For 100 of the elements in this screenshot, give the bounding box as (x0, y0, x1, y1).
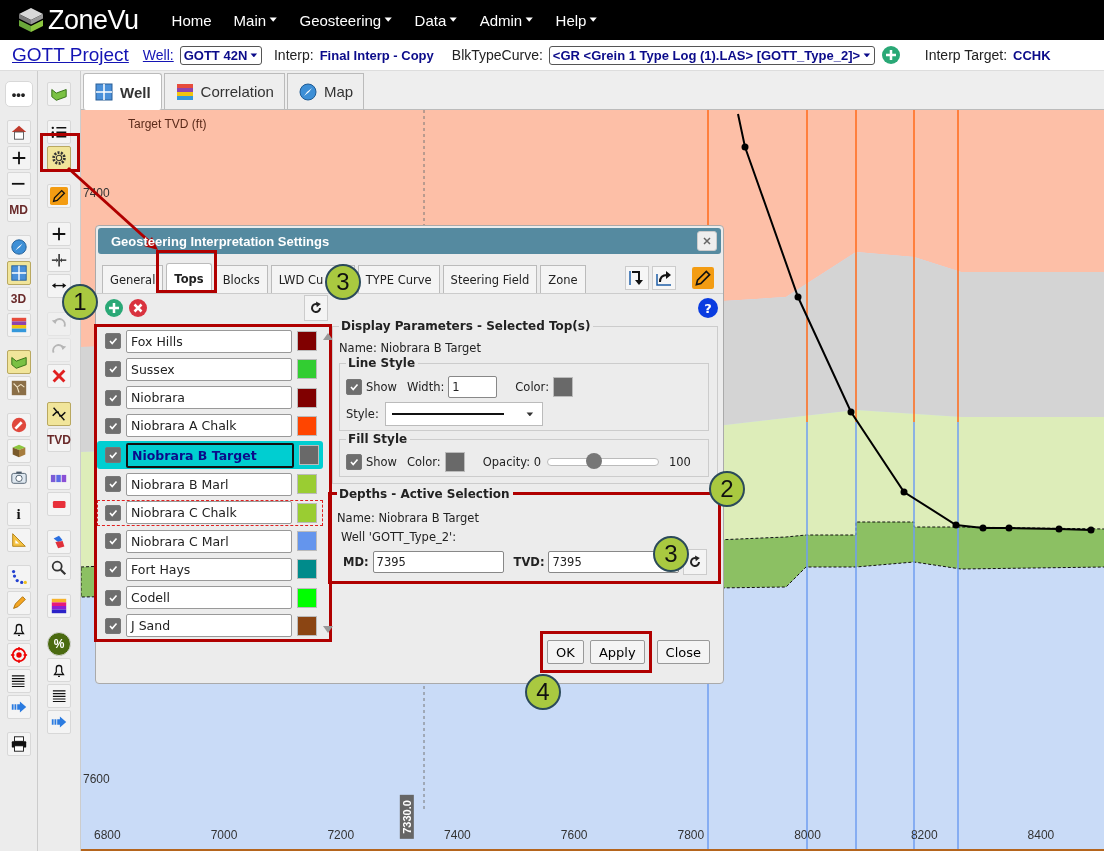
checkbox[interactable] (105, 617, 121, 634)
layers-tool-button[interactable] (6, 350, 31, 374)
top-name-field[interactable]: Niobrara C Chalk (126, 501, 292, 525)
top-row[interactable]: Niobrara A Chalk (97, 412, 323, 439)
list-tool-button[interactable] (47, 120, 71, 144)
color-swatch[interactable] (297, 387, 317, 408)
top-name-field[interactable]: Sussex (126, 357, 292, 381)
compass-tool-button[interactable] (6, 235, 31, 259)
bars-tool-button[interactable] (47, 466, 71, 490)
close-button[interactable] (697, 231, 717, 251)
tvd-tool-button[interactable]: TVD (47, 428, 71, 452)
scroll-down-icon[interactable] (323, 626, 333, 633)
bell-tool-button[interactable] (6, 617, 31, 641)
menu-item[interactable]: Main (222, 11, 289, 29)
top-name-field[interactable]: Niobrara (126, 386, 292, 410)
plus-tool-button[interactable] (6, 146, 31, 170)
top-row[interactable]: Niobrara B Target (97, 441, 323, 470)
color-swatch[interactable] (444, 452, 465, 472)
top-name-field[interactable]: Fort Hays (126, 557, 292, 581)
curve-select[interactable]: <GR <Grein 1 Type Log (1).LAS> [GOTT_Type_2]> (548, 45, 875, 65)
checkbox[interactable] (105, 417, 121, 434)
checkbox[interactable] (105, 533, 121, 550)
lines-tool-button[interactable] (6, 669, 31, 693)
grid-tool-button[interactable] (6, 261, 31, 285)
color-swatch[interactable] (297, 474, 317, 495)
checkbox[interactable] (105, 447, 121, 464)
dialog-button[interactable]: OK (547, 640, 584, 664)
ruler-tool-button[interactable] (6, 528, 31, 552)
wrench-tool-button[interactable] (6, 413, 31, 437)
layers-tool-button[interactable] (47, 82, 71, 106)
percent-tool-button[interactable]: % (47, 632, 71, 656)
color-swatch[interactable] (553, 377, 574, 397)
target-tool-button[interactable] (6, 643, 31, 667)
md-tool-button[interactable]: MD (6, 198, 31, 222)
md-field[interactable]: 7395 (372, 551, 504, 573)
minus-tool-button[interactable] (6, 172, 31, 196)
top-row[interactable]: Niobrara B Marl (97, 471, 323, 498)
striped-section-tool-button[interactable] (6, 313, 31, 337)
unlink-tool-button[interactable] (47, 402, 71, 426)
top-name-field[interactable]: J Sand (126, 614, 292, 638)
lines-tool-button[interactable] (47, 684, 71, 708)
dialog-tab[interactable]: Tops (166, 263, 212, 293)
shapes-tool-button[interactable] (47, 530, 71, 554)
soil-cube-tool-button[interactable] (6, 439, 31, 463)
menu-item[interactable]: Home (160, 11, 223, 29)
dialog-tab[interactable]: Blocks (214, 265, 268, 293)
top-name-field[interactable]: Niobrara B Target (126, 442, 294, 468)
color-swatch[interactable] (297, 415, 317, 436)
color-swatch[interactable] (297, 502, 317, 523)
cube-tool-button[interactable]: 3D (6, 287, 31, 311)
color-swatch[interactable] (297, 331, 317, 351)
dots-tool-button[interactable] (6, 565, 31, 589)
camera-tool-button[interactable] (6, 465, 31, 489)
view-tab[interactable]: Well (83, 73, 162, 110)
rectangle-tool-button[interactable] (47, 492, 71, 516)
top-name-field[interactable]: Codell (126, 586, 292, 610)
import-button[interactable] (625, 266, 649, 290)
arrow-right-tool-button[interactable] (47, 710, 71, 734)
top-name-field[interactable]: Fox Hills (126, 329, 292, 353)
export-button[interactable] (652, 266, 676, 290)
checkbox[interactable] (105, 333, 121, 349)
color-swatch[interactable] (297, 359, 317, 380)
width-field[interactable]: 1 (448, 376, 498, 398)
gradient-tool-button[interactable] (47, 594, 71, 618)
top-row[interactable]: Fort Hays (97, 556, 323, 583)
dialog-tab[interactable]: Zone (540, 265, 586, 293)
view-tab[interactable]: Map (286, 73, 365, 109)
color-swatch[interactable] (297, 615, 317, 636)
menu-item[interactable]: Data (403, 11, 469, 29)
menu-item[interactable]: Help (544, 11, 609, 29)
top-row[interactable]: Sussex (97, 356, 323, 383)
bell-tool-button[interactable] (47, 658, 71, 682)
add-curve-button[interactable] (880, 45, 901, 65)
color-swatch[interactable] (297, 587, 317, 608)
slider-thumb[interactable] (586, 453, 603, 469)
color-swatch[interactable] (297, 559, 317, 580)
help-button[interactable]: ? (698, 298, 718, 318)
checkbox[interactable] (105, 389, 121, 406)
top-row[interactable]: Niobrara (97, 384, 323, 411)
fault-map-tool-button[interactable] (6, 376, 31, 400)
edit-button[interactable] (691, 266, 715, 290)
top-name-field[interactable]: Niobrara B Marl (126, 473, 292, 496)
edit-tool-button[interactable] (47, 184, 71, 208)
view-tab[interactable]: Correlation (163, 73, 285, 109)
well-select[interactable]: GOTT 42N (179, 45, 262, 65)
menu-item[interactable]: Admin (468, 11, 545, 29)
dialog-tab[interactable]: General (102, 265, 164, 293)
top-row[interactable]: Fox Hills (97, 328, 323, 354)
add-top-button[interactable] (104, 298, 124, 318)
color-swatch[interactable] (297, 531, 317, 552)
refresh-button[interactable] (304, 295, 328, 321)
settings-tool-button[interactable] (47, 146, 71, 170)
home-tool-button[interactable] (6, 120, 31, 144)
arrow-right-tool-button[interactable] (6, 695, 31, 719)
checkbox[interactable] (105, 504, 121, 521)
split-tool-button[interactable] (47, 248, 71, 272)
remove-top-button[interactable] (128, 298, 148, 318)
checkbox[interactable] (346, 379, 362, 395)
checkbox[interactable] (346, 454, 362, 470)
top-name-field[interactable]: Niobrara C Marl (126, 529, 292, 553)
